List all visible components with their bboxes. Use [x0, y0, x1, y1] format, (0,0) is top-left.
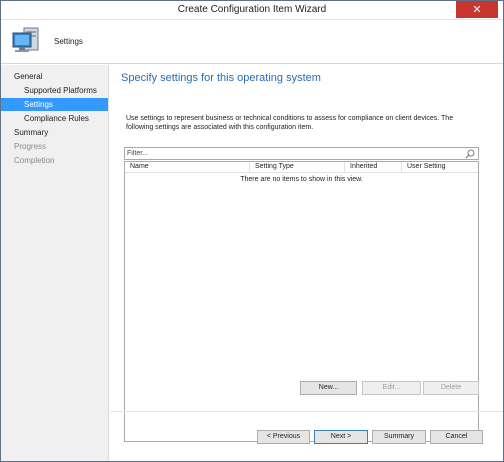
nav-item-settings[interactable]: Settings [1, 98, 108, 111]
filter-box [124, 147, 479, 160]
previous-button[interactable]: < Previous [257, 430, 310, 444]
empty-grid-message: There are no items to show in this view. [240, 176, 363, 183]
edit-button: Edit... [362, 381, 421, 395]
footer-divider [110, 411, 503, 412]
wizard-window: Create Configuration Item Wizard ✕ Setti… [0, 0, 504, 462]
close-button[interactable]: ✕ [456, 1, 498, 18]
delete-button: Delete [423, 381, 479, 395]
nav-item-compliance-rules[interactable]: Compliance Rules [1, 112, 108, 125]
next-button[interactable]: Next > [314, 430, 368, 444]
wizard-header: Settings [1, 20, 503, 64]
nav-item-summary[interactable]: Summary [1, 126, 108, 139]
settings-grid[interactable]: Name Setting Type Inherited User Setting… [124, 161, 479, 442]
filter-input[interactable] [127, 148, 462, 159]
nav-item-progress: Progress [14, 142, 47, 151]
window-title: Create Configuration Item Wizard [177, 4, 327, 15]
column-header-setting-type[interactable]: Setting Type [250, 162, 345, 173]
page-title: Specify settings for this operating syst… [121, 72, 321, 84]
title-bar: Create Configuration Item Wizard ✕ [1, 1, 503, 20]
nav-item-general[interactable]: General [1, 70, 108, 83]
column-header-name[interactable]: Name [125, 162, 250, 173]
close-icon: ✕ [472, 3, 482, 16]
summary-button[interactable]: Summary [372, 430, 426, 444]
column-header-user-setting[interactable]: User Setting [402, 162, 478, 173]
header-title: Settings [54, 37, 83, 46]
nav-item-completion: Completion [14, 156, 55, 165]
wizard-nav: General Supported Platforms Settings Com… [1, 65, 109, 461]
search-icon[interactable] [465, 149, 475, 159]
column-header-inherited[interactable]: Inherited [345, 162, 402, 173]
grid-header: Name Setting Type Inherited User Setting [125, 162, 478, 173]
new-button[interactable]: New... [300, 381, 357, 395]
computer-settings-icon [12, 27, 39, 52]
page-description: Use settings to represent business or te… [126, 115, 454, 131]
wizard-content: Specify settings for this operating syst… [110, 65, 503, 461]
nav-item-supported-platforms[interactable]: Supported Platforms [1, 84, 108, 97]
cancel-button[interactable]: Cancel [430, 430, 483, 444]
